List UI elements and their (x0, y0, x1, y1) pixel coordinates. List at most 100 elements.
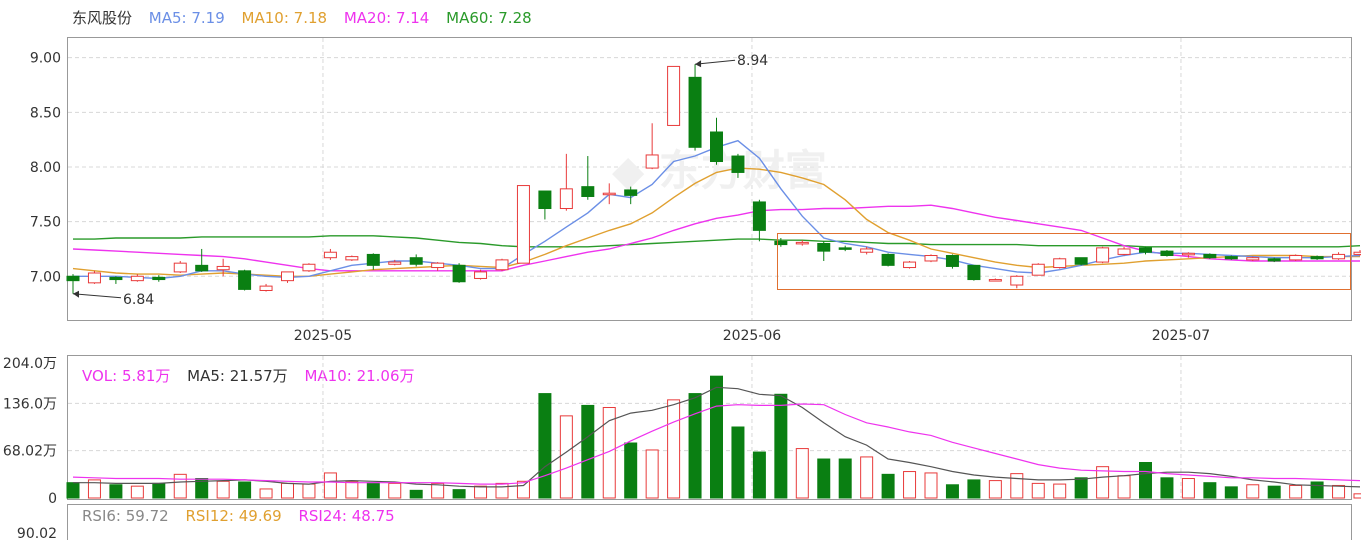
low-arrow-head (73, 290, 79, 298)
candle-down (881, 253, 895, 266)
volume-bar-down (409, 489, 423, 499)
candle-down (366, 253, 380, 266)
price-x-tick: 2025-05 (294, 328, 353, 344)
candle-up (323, 251, 337, 259)
candle-up (302, 263, 316, 272)
volume-bar-up (1181, 478, 1195, 499)
rsi-panel-frame (67, 504, 1352, 540)
candle-down (1074, 257, 1088, 265)
volume-bars (66, 375, 1361, 499)
low-arrow-line (72, 293, 122, 299)
volume-bar-up (860, 456, 874, 499)
volume-bar-up (516, 480, 530, 499)
candle-up (1031, 263, 1045, 276)
volume-bar-up (495, 482, 509, 499)
candle-down (152, 276, 166, 281)
volume-bar-up (1332, 484, 1346, 499)
stock-chart: ◆ 东方财富 9.008.508.007.507.00 2025-05 2025-… (3, 37, 1361, 540)
candle-up (667, 65, 681, 126)
candle-up (474, 271, 488, 279)
candle-down (195, 264, 209, 272)
candle-up (1181, 252, 1195, 256)
volume-bar-up (281, 482, 294, 499)
volume-bar-up (388, 482, 402, 499)
high-label: 8.94 (737, 53, 768, 69)
candle-up (388, 261, 402, 265)
volume-bar-up (173, 473, 187, 499)
volume-bar-up (1117, 475, 1131, 499)
candle-down (538, 190, 552, 210)
volume-bar-down (1160, 477, 1174, 499)
candle-down (1160, 250, 1174, 257)
volume-bar-down (581, 404, 595, 499)
price-y-tick: 8.00 (30, 160, 61, 176)
volume-bar-down (1074, 477, 1088, 499)
price-y-tick: 9.00 (30, 51, 61, 67)
candle-up (559, 188, 573, 210)
volume-bar-down (238, 481, 252, 499)
candle-down (774, 240, 788, 246)
volume-bar-up (667, 399, 681, 499)
candle-down (752, 201, 766, 231)
rsi-top-tick: 90.02 (17, 526, 57, 540)
volume-bar-up (259, 488, 273, 499)
volume-bar-down (731, 426, 745, 499)
volume-bar-down (66, 482, 80, 499)
candle-up (281, 271, 294, 282)
volume-y-tick: 68.02万 (3, 444, 57, 460)
low-label: 6.84 (123, 292, 154, 308)
candle-up (216, 265, 230, 271)
candle-down (581, 186, 595, 197)
volume-bar-up (559, 415, 573, 499)
volume-y-axis: 204.0万 136.0万 68.02万 0 (3, 356, 57, 507)
volume-bar-down (688, 393, 702, 499)
candle-up (1010, 275, 1024, 286)
candle-up (345, 256, 359, 261)
volume-bar-up (988, 480, 1002, 499)
candle-down (710, 131, 723, 163)
volume-bar-up (323, 472, 337, 499)
candle-up (602, 192, 616, 196)
volume-bar-up (1246, 484, 1260, 499)
volume-bar-down (752, 451, 766, 499)
volume-bar-down (1139, 462, 1152, 499)
price-x-tick: 2025-07 (1152, 328, 1211, 344)
price-x-axis: 2025-05 2025-06 2025-07 (294, 328, 1210, 344)
candle-up (1332, 253, 1346, 260)
candle-up (903, 261, 917, 269)
volume-bar-up (1289, 484, 1303, 499)
candle-down (731, 155, 745, 173)
candle-down (1203, 253, 1217, 259)
candle-up (795, 241, 809, 245)
candle-up (1053, 258, 1067, 269)
volume-bar-up (216, 480, 230, 499)
high-arrow-head (695, 60, 702, 68)
candle-up (1117, 248, 1131, 255)
volume-bar-up (924, 472, 938, 499)
candle-down (688, 76, 702, 148)
volume-bar-down (1224, 486, 1238, 499)
candle-up (431, 262, 445, 269)
volume-bar-down (945, 484, 959, 499)
volume-bar-down (538, 393, 552, 499)
volume-bar-down (967, 479, 981, 499)
candle-down (967, 264, 981, 281)
volume-bar-up (903, 471, 917, 499)
volume-y-tick: 0 (48, 491, 57, 507)
candle-down (945, 255, 959, 267)
volume-bar-up (474, 485, 488, 499)
volume-bar-down (452, 489, 466, 499)
candle-up (259, 285, 273, 291)
candle-down (1139, 247, 1152, 253)
candle-down (624, 189, 638, 196)
volume-panel-frame (67, 355, 1352, 500)
candle-down (238, 270, 252, 290)
candle-down (838, 247, 852, 250)
volume-bar-up (645, 449, 659, 499)
candle-down (1310, 256, 1324, 260)
candle-up (1246, 257, 1260, 261)
price-y-tick: 7.00 (30, 269, 61, 285)
volume-bar-up (1053, 483, 1067, 499)
volume-bar-down (109, 484, 123, 499)
candle-down (109, 276, 123, 281)
